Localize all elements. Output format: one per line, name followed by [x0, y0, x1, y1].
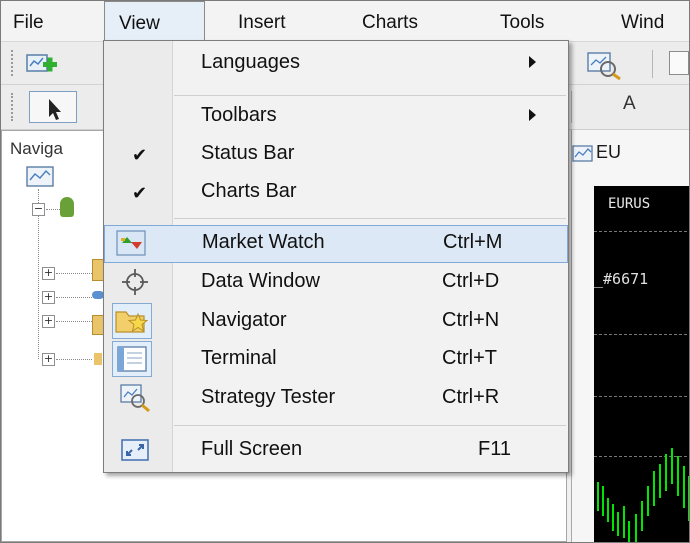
menu-item-market-watch[interactable]: Market Watch Ctrl+M: [104, 225, 568, 263]
cursor-arrow-icon[interactable]: [29, 91, 77, 123]
menu-item-label: Charts Bar: [201, 180, 297, 202]
menu-item-shortcut: Ctrl+R: [442, 386, 500, 408]
toolbar-separator: [571, 91, 572, 123]
full-screen-icon: [118, 435, 152, 465]
tree-branch: [46, 209, 60, 210]
submenu-arrow-icon: [529, 109, 536, 121]
view-menu-dropdown: Languages Toolbars ✔ Status Bar ✔ Charts…: [103, 40, 569, 473]
toolbar-grip[interactable]: [11, 50, 17, 76]
menu-separator: [174, 425, 566, 426]
menu-item-data-window[interactable]: Data Window Ctrl+D: [104, 264, 568, 302]
strategy-tester-icon: [118, 383, 152, 413]
menu-item-charts-bar[interactable]: ✔ Charts Bar: [104, 174, 568, 212]
navigator-folder-star-icon: [112, 303, 152, 339]
menu-item-shortcut: F11: [478, 438, 511, 460]
menu-item-label: Status Bar: [201, 142, 295, 164]
text-tool-button[interactable]: A: [623, 93, 636, 115]
menu-view[interactable]: View: [104, 1, 205, 41]
menu-item-strategy-tester[interactable]: Strategy Tester Ctrl+R: [104, 380, 568, 418]
tree-expander[interactable]: +: [42, 315, 55, 328]
terminal-window: File View Insert Charts Tools Wind A Nav…: [0, 0, 690, 543]
menu-item-label: Navigator: [201, 309, 287, 331]
menu-item-label: Full Screen: [201, 438, 303, 460]
crosshair-icon: [118, 267, 152, 297]
menu-item-label: Terminal: [201, 347, 277, 369]
menu-insert[interactable]: Insert: [238, 1, 286, 41]
menu-item-status-bar[interactable]: ✔ Status Bar: [104, 136, 568, 174]
document-icon[interactable]: [669, 51, 689, 75]
strategy-tester-toolbar-icon[interactable]: [584, 50, 624, 81]
accounts-icon: [60, 197, 74, 217]
tree-expander[interactable]: +: [42, 291, 55, 304]
menu-item-shortcut: Ctrl+D: [442, 270, 500, 292]
menu-item-shortcut: Ctrl+N: [442, 309, 500, 331]
script-icon: [94, 353, 102, 365]
tree-branch: [56, 321, 92, 322]
menu-tools[interactable]: Tools: [500, 1, 544, 41]
menu-item-label: Toolbars: [201, 104, 277, 126]
tree-expander[interactable]: +: [42, 353, 55, 366]
menu-window[interactable]: Wind: [621, 1, 664, 41]
menu-separator: [174, 218, 566, 219]
terminal-icon: [112, 341, 152, 377]
tree-expander[interactable]: −: [32, 203, 45, 216]
terminal-root-icon[interactable]: [26, 165, 56, 189]
menu-item-toolbars[interactable]: Toolbars: [104, 98, 568, 136]
tree-expander[interactable]: +: [42, 267, 55, 280]
toolbar-grip[interactable]: [11, 93, 17, 121]
market-watch-icon: [115, 228, 149, 258]
menu-item-shortcut: Ctrl+M: [443, 231, 503, 253]
menu-item-shortcut: Ctrl+T: [442, 347, 497, 369]
menu-item-label: Strategy Tester: [201, 386, 336, 408]
menu-item-label: Market Watch: [202, 231, 325, 253]
menu-file[interactable]: File: [13, 1, 44, 41]
tree-branch: [56, 359, 92, 360]
menu-item-full-screen[interactable]: Full Screen F11: [104, 432, 568, 470]
menu-item-terminal[interactable]: Terminal Ctrl+T: [104, 341, 568, 379]
menu-item-label: Languages: [201, 51, 300, 73]
tree-branch: [56, 273, 92, 274]
menu-separator: [174, 95, 566, 96]
menu-item-navigator[interactable]: Navigator Ctrl+N: [104, 303, 568, 341]
menu-charts[interactable]: Charts: [362, 1, 418, 41]
price-candles: [597, 448, 689, 542]
chart-window: EU EURUS _#6671: [571, 130, 689, 542]
chart-window-icon: [572, 144, 594, 166]
navigator-title: Naviga: [10, 139, 63, 158]
new-chart-icon[interactable]: [25, 50, 61, 78]
chart-tab-title[interactable]: EU: [596, 142, 621, 163]
submenu-arrow-icon: [529, 56, 536, 68]
toolbar-separator: [652, 50, 653, 78]
checkmark-icon: ✔: [132, 145, 148, 166]
tree-branch: [56, 297, 92, 298]
chart-canvas[interactable]: EURUS _#6671: [594, 186, 689, 542]
menu-item-languages[interactable]: Languages: [104, 45, 568, 83]
menu-bar: File View Insert Charts Tools Wind: [1, 1, 689, 42]
menu-item-label: Data Window: [201, 270, 320, 292]
checkmark-icon: ✔: [132, 183, 148, 204]
